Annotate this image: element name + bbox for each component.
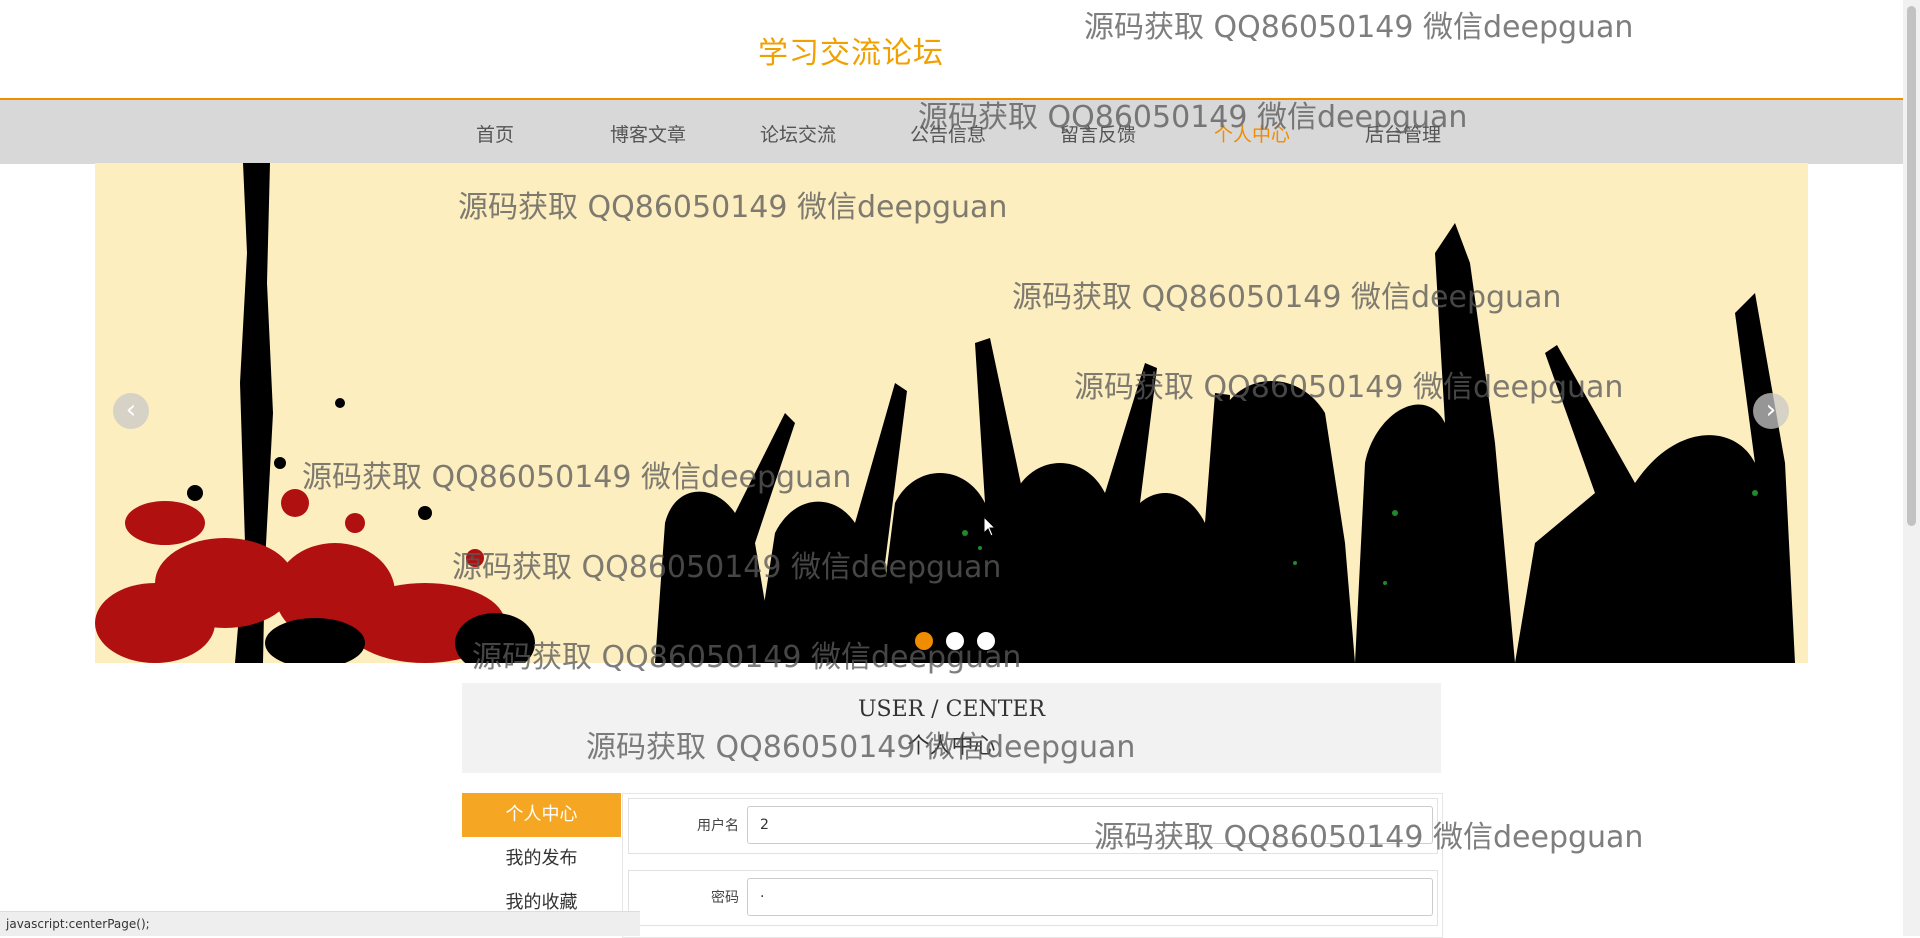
carousel-next-button[interactable]: › [1753, 393, 1789, 429]
nav-item-admin[interactable]: 后台管理 [1365, 120, 1441, 147]
password-field[interactable] [747, 878, 1433, 916]
carousel-dot[interactable] [946, 632, 965, 650]
nav-item-feedback[interactable]: 留言反馈 [1060, 120, 1136, 147]
username-label: 用户名 [697, 818, 739, 834]
section-title-en: USER / CENTER [857, 697, 1046, 722]
user-info-form: 用户名 密码 [622, 793, 1443, 938]
carousel-dot[interactable] [977, 632, 996, 650]
browser-status-bar: javascript:centerPage(); [0, 911, 640, 936]
scrollbar-thumb[interactable] [1907, 6, 1916, 526]
carousel-indicators [915, 632, 1003, 654]
password-label: 密码 [711, 890, 739, 906]
mouse-cursor-icon [983, 516, 997, 537]
menu-item-my-posts[interactable]: 我的发布 [462, 837, 621, 881]
section-header: USER / CENTER 个人中心 [462, 683, 1441, 773]
menu-item-user-center[interactable]: 个人中心 [462, 793, 621, 837]
main-nav: 首页 博客文章 论坛交流 公告信息 留言反馈 个人中心 后台管理 [0, 98, 1903, 164]
nav-item-notice[interactable]: 公告信息 [910, 120, 986, 147]
carousel-prev-button[interactable]: ‹ [113, 393, 149, 429]
username-row: 用户名 [628, 798, 1438, 854]
banner-image [95, 163, 1808, 663]
site-title: 学习交流论坛 [758, 36, 944, 71]
side-menu: 个人中心 我的发布 我的收藏 [462, 793, 621, 925]
nav-item-forum[interactable]: 论坛交流 [760, 120, 836, 147]
username-field[interactable] [747, 806, 1433, 844]
page-scrollbar[interactable] [1903, 0, 1920, 936]
nav-item-user-center[interactable]: 个人中心 [1214, 120, 1290, 147]
section-title-cn: 个人中心 [907, 734, 996, 759]
nav-item-home[interactable]: 首页 [476, 120, 514, 147]
nav-item-blog[interactable]: 博客文章 [610, 120, 686, 147]
chevron-right-icon: › [1765, 395, 1777, 425]
chevron-left-icon: ‹ [125, 395, 137, 425]
banner-carousel[interactable] [95, 163, 1808, 663]
password-row: 密码 [628, 870, 1438, 926]
site-header: 学习交流论坛 [0, 0, 1903, 98]
carousel-dot[interactable] [915, 632, 933, 650]
